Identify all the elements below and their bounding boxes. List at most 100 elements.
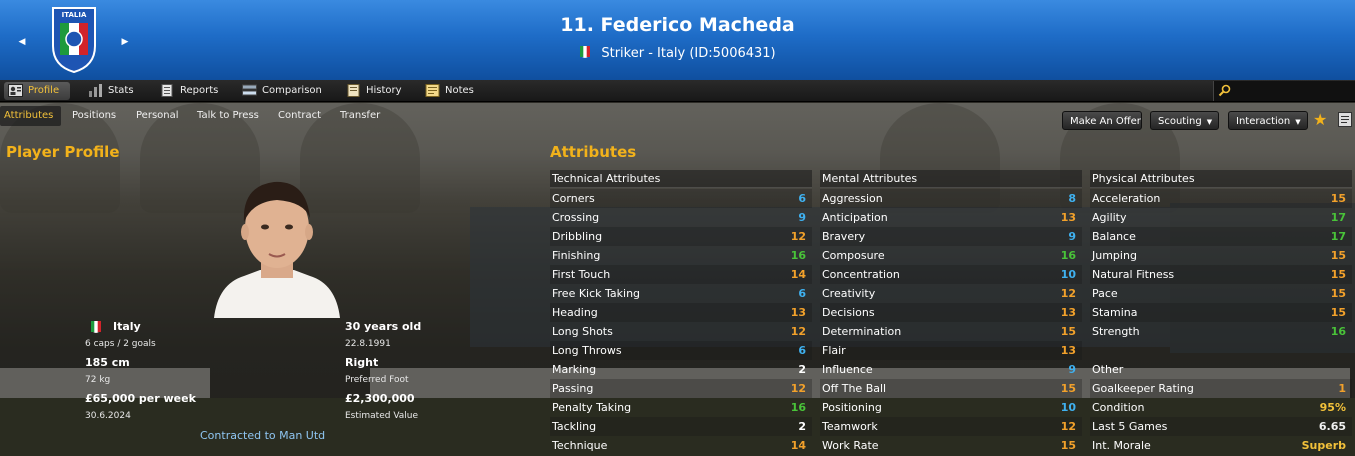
attribute-value: 6 (798, 192, 806, 205)
attribute-row: Crossing 9 (550, 208, 812, 227)
attribute-name: Balance (1092, 230, 1136, 243)
attribute-row: Pace 15 (1090, 284, 1352, 303)
player-name-title: 11. Federico Macheda (560, 14, 795, 36)
attribute-name: Corners (552, 192, 595, 205)
attribute-value: 15 (1060, 325, 1076, 338)
attribute-row: Off The Ball 15 (820, 379, 1082, 398)
attribute-name: Long Throws (552, 344, 622, 357)
player-notes-icon[interactable] (1338, 112, 1352, 127)
attribute-name: Last 5 Games (1092, 420, 1168, 433)
attribute-row: Determination 15 (820, 322, 1082, 341)
attribute-value: 16 (790, 249, 806, 262)
subtab-contract[interactable]: Contract (278, 106, 321, 126)
other-attribute-row: Int. Morale Superb (1090, 436, 1352, 455)
attribute-value: 1 (1338, 382, 1346, 395)
attribute-value: Superb (1301, 439, 1346, 452)
chevron-down-icon: ▼ (1295, 118, 1301, 126)
tab-label: Stats (108, 85, 134, 96)
tab-notes[interactable]: Notes (421, 82, 474, 100)
attribute-name: Jumping (1092, 249, 1137, 262)
mental-attributes-header: Mental Attributes (820, 170, 1082, 188)
preferred-foot-value: Right (345, 356, 379, 369)
tab-comparison[interactable]: Comparison (238, 82, 322, 100)
attribute-row: Corners 6 (550, 189, 812, 208)
attribute-row: Stamina 15 (1090, 303, 1352, 322)
shortlist-star-icon[interactable]: ★ (1313, 110, 1327, 129)
attribute-value: 95% (1319, 401, 1346, 414)
attribute-value: 15 (1060, 439, 1076, 452)
interaction-dropdown[interactable]: Interaction ▼ (1228, 111, 1308, 130)
search-input[interactable] (1213, 81, 1355, 101)
attribute-value: 8 (1068, 192, 1076, 205)
attribute-row: Flair 13 (820, 341, 1082, 360)
attribute-value: 6.65 (1318, 420, 1346, 433)
scouting-dropdown[interactable]: Scouting ▼ (1150, 111, 1219, 130)
tab-profile[interactable]: Profile (4, 82, 70, 100)
attribute-name: Marking (552, 363, 597, 376)
attribute-value: 15 (1330, 268, 1346, 281)
attribute-row: Creativity 12 (820, 284, 1082, 303)
date-of-birth: 22.8.1991 (345, 339, 391, 349)
other-attributes-header: Other (1090, 360, 1352, 379)
attribute-value: 9 (1068, 230, 1076, 243)
button-label: Make An Offer (1070, 116, 1141, 127)
tab-history[interactable]: History (342, 82, 402, 100)
attribute-row: Heading 13 (550, 303, 812, 322)
player-profile-heading: Player Profile (6, 143, 120, 161)
attribute-value: 13 (1060, 306, 1076, 319)
attribute-name: Finishing (552, 249, 601, 262)
attribute-name: Crossing (552, 211, 600, 224)
subtab-transfer[interactable]: Transfer (340, 106, 380, 126)
player-subtitle: Striker - Italy (ID:5006431) (0, 45, 1355, 61)
attribute-name: Composure (822, 249, 885, 262)
attribute-value: 17 (1330, 211, 1346, 224)
attribute-row: Tackling 2 (550, 417, 812, 436)
attribute-row: First Touch 14 (550, 265, 812, 284)
button-label: Interaction (1236, 116, 1291, 127)
estimated-value: £2,300,000 (345, 392, 415, 405)
attribute-value: 10 (1060, 401, 1076, 414)
attribute-row: Balance 17 (1090, 227, 1352, 246)
nationality[interactable]: Italy (113, 320, 141, 333)
make-an-offer-button[interactable]: Make An Offer (1062, 111, 1142, 130)
attribute-name: Tackling (552, 420, 597, 433)
other-attribute-row: Goalkeeper Rating 1 (1090, 379, 1352, 398)
other-attribute-row: Condition 95% (1090, 398, 1352, 417)
tab-reports[interactable]: Reports (156, 82, 218, 100)
attribute-row: Acceleration 15 (1090, 189, 1352, 208)
history-icon (347, 84, 360, 97)
notes-icon (425, 84, 440, 97)
attribute-value: 6 (798, 344, 806, 357)
attribute-value: 13 (790, 306, 806, 319)
tab-label: Reports (180, 85, 219, 96)
attribute-row: Penalty Taking 16 (550, 398, 812, 417)
attribute-value: 17 (1330, 230, 1346, 243)
subtab-talk-to-press[interactable]: Talk to Press (197, 106, 259, 126)
attribute-row: Agility 17 (1090, 208, 1352, 227)
attribute-name: Decisions (822, 306, 875, 319)
subtab-personal[interactable]: Personal (136, 106, 179, 126)
attribute-row: Technique 14 (550, 436, 812, 455)
attribute-name: Goalkeeper Rating (1092, 382, 1194, 395)
italy-flag-icon (580, 46, 591, 58)
attribute-row: Dribbling 12 (550, 227, 812, 246)
subtab-positions[interactable]: Positions (72, 106, 116, 126)
attribute-name: Creativity (822, 287, 876, 300)
attribute-row: Strength 16 (1090, 322, 1352, 341)
attribute-name: Work Rate (822, 439, 879, 452)
attribute-row: Concentration 10 (820, 265, 1082, 284)
attribute-value: 16 (1060, 249, 1076, 262)
attribute-name: Pace (1092, 287, 1118, 300)
attribute-name: Concentration (822, 268, 900, 281)
attribute-value: 12 (1060, 420, 1076, 433)
attribute-value: 12 (790, 230, 806, 243)
contracted-to-club-link[interactable]: Contracted to Man Utd (200, 429, 325, 442)
tab-stats[interactable]: Stats (84, 82, 134, 100)
contract-end-date: 30.6.2024 (85, 411, 131, 421)
attribute-name: Heading (552, 306, 598, 319)
attribute-value: 12 (1060, 287, 1076, 300)
attribute-row: Natural Fitness 15 (1090, 265, 1352, 284)
attribute-name: Flair (822, 344, 846, 357)
player-header: ◀ ITALIA ▶ 11. Federico Macheda Striker … (0, 0, 1355, 80)
subtab-attributes[interactable]: Attributes (0, 106, 61, 126)
